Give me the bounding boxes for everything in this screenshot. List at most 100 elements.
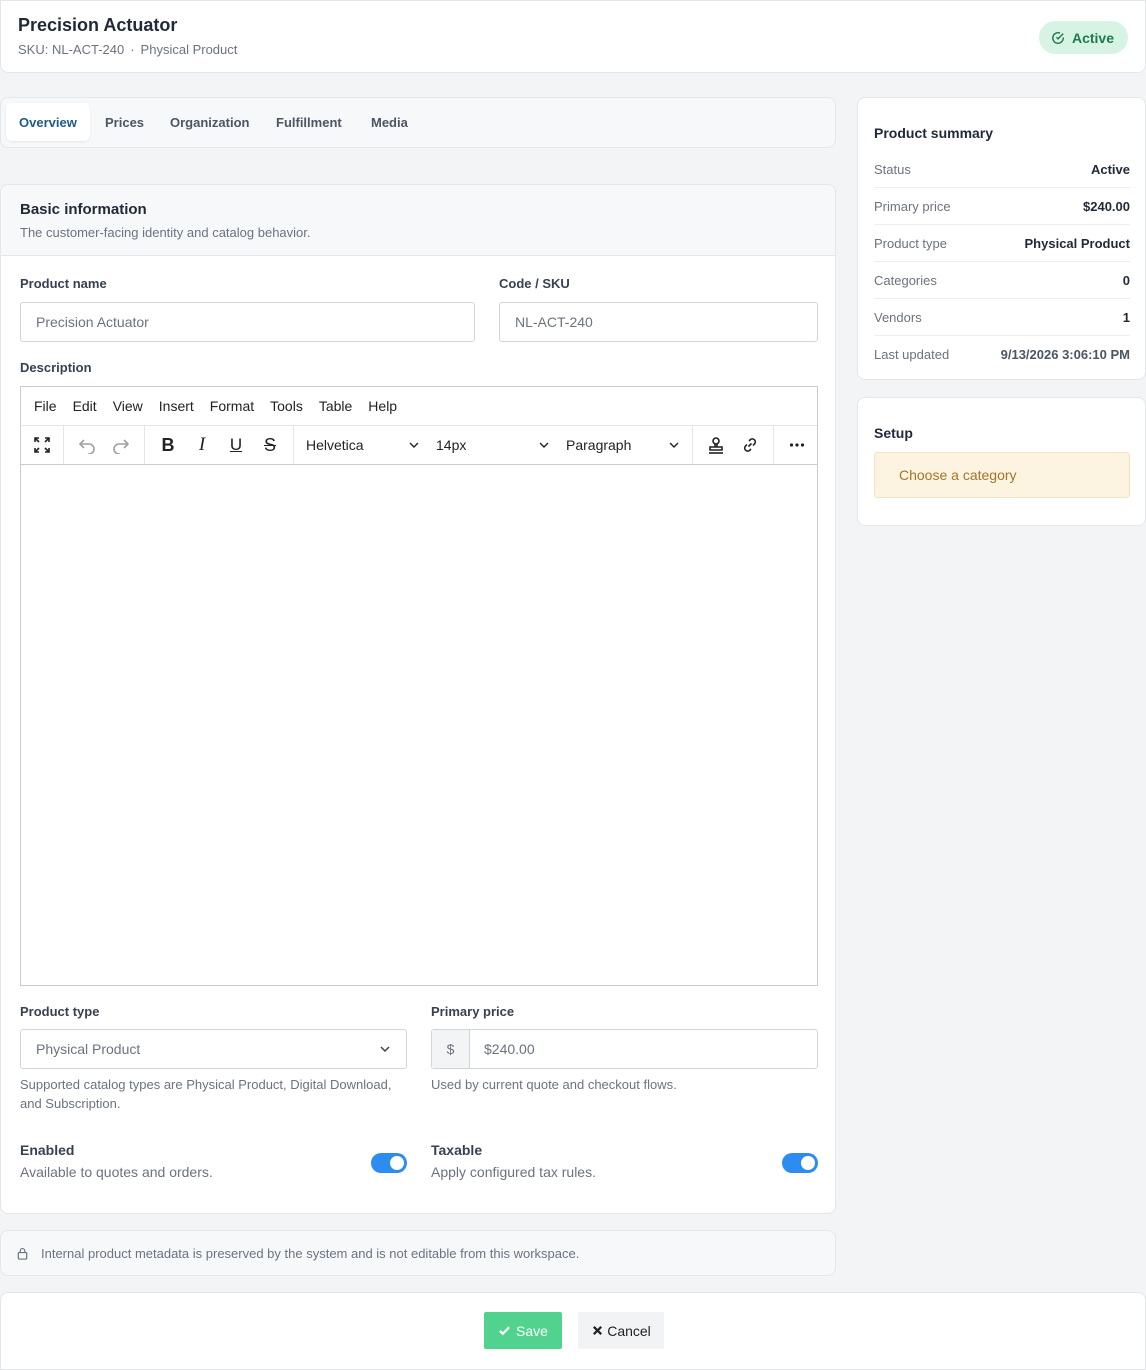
editor-toolbar: B I U S Helvetica 14px Paragraph (21, 425, 817, 465)
lock-icon (17, 1247, 28, 1260)
more-icon[interactable] (780, 428, 814, 462)
underline-icon[interactable]: U (219, 428, 253, 462)
primary-price-help: Used by current quote and checkout flows… (431, 1077, 677, 1092)
product-type-value: Physical Product (36, 1041, 141, 1057)
primary-price-input-group: $ $240.00 (431, 1029, 818, 1069)
enabled-toggle[interactable] (371, 1153, 407, 1173)
menu-tools[interactable]: Tools (270, 398, 303, 414)
font-size-value: 14px (436, 437, 467, 453)
check-icon (499, 1326, 510, 1336)
taxable-title: Taxable (431, 1142, 483, 1158)
italic-icon[interactable]: I (185, 428, 219, 462)
chevron-down-icon (669, 442, 679, 448)
redo-icon[interactable] (104, 428, 138, 462)
code-sku-input[interactable]: NL-ACT-240 (499, 302, 818, 342)
enabled-description: Available to quotes and orders. (20, 1164, 213, 1180)
editor-menubar: File Edit View Insert Format Tools Table… (21, 387, 817, 425)
sku-text: SKU: NL-ACT-240 (18, 42, 125, 57)
taxable-description: Apply configured tax rules. (431, 1164, 596, 1180)
font-family-select[interactable]: Helvetica (298, 428, 428, 462)
page-header: Precision Actuator SKU: NL-ACT-240 · Phy… (0, 0, 1146, 73)
toolbar-group-more (774, 426, 820, 464)
summary-key: Last updated (874, 347, 950, 362)
status-badge-label: Active (1071, 29, 1114, 46)
currency-addon: $ (432, 1030, 470, 1068)
menu-format[interactable]: Format (210, 398, 254, 414)
fullscreen-icon[interactable] (25, 428, 59, 462)
primary-price-label: Primary price (431, 1004, 515, 1019)
rich-text-editor: File Edit View Insert Format Tools Table… (20, 386, 818, 986)
choose-category-notice[interactable]: Choose a category (874, 452, 1130, 498)
chevron-down-icon (539, 442, 549, 448)
tab-fulfillment[interactable]: Fulfillment (263, 103, 355, 141)
menu-file[interactable]: File (34, 398, 57, 414)
product-name-input[interactable]: Precision Actuator (20, 302, 475, 342)
metadata-info-bar: Internal product metadata is preserved b… (0, 1230, 836, 1276)
menu-insert[interactable]: Insert (159, 398, 194, 414)
toolbar-group-formatting: B I U S (145, 426, 294, 464)
taxable-toggle[interactable] (782, 1153, 818, 1173)
setup-card: Setup Choose a category (857, 397, 1146, 526)
primary-price-input[interactable]: $240.00 (470, 1041, 535, 1057)
undo-icon[interactable] (70, 428, 104, 462)
product-type-select[interactable]: Physical Product (20, 1029, 407, 1069)
tab-media[interactable]: Media (358, 103, 421, 141)
summary-key: Status (874, 161, 911, 177)
menu-help[interactable]: Help (368, 398, 397, 414)
section-description: The customer-facing identity and catalog… (20, 225, 311, 240)
tab-bar: Overview Prices Organization Fulfillment… (0, 97, 836, 148)
toolbar-group-history (64, 426, 145, 464)
font-family-value: Helvetica (306, 437, 364, 453)
metadata-info-text: Internal product metadata is preserved b… (41, 1245, 580, 1261)
section-title: Basic information (20, 201, 147, 218)
bold-icon[interactable]: B (151, 428, 185, 462)
stamp-icon[interactable] (699, 428, 733, 462)
block-format-value: Paragraph (566, 437, 632, 453)
chevron-down-icon (409, 442, 419, 448)
check-circle-icon (1052, 31, 1064, 44)
cancel-button[interactable]: Cancel (578, 1312, 664, 1349)
close-icon (593, 1325, 603, 1336)
code-sku-label: Code / SKU (499, 276, 570, 291)
form-footer: Save Cancel (0, 1292, 1146, 1370)
summary-row-status: Status Active (874, 151, 1130, 188)
cancel-button-label: Cancel (607, 1322, 651, 1339)
product-summary-card: Product summary Status Active Primary pr… (857, 97, 1146, 380)
description-label: Description (20, 360, 92, 375)
status-badge: Active (1038, 21, 1128, 54)
tab-overview[interactable]: Overview (6, 103, 90, 141)
summary-row-vendors: Vendors 1 (874, 299, 1130, 336)
menu-edit[interactable]: Edit (73, 398, 97, 414)
product-type-label: Product type (20, 1004, 100, 1019)
page-title: Precision Actuator (18, 15, 178, 35)
summary-key: Primary price (874, 198, 951, 214)
enabled-title: Enabled (20, 1142, 75, 1158)
menu-view[interactable]: View (113, 398, 143, 414)
section-header: Basic information The customer-facing id… (1, 185, 835, 256)
toolbar-group-selects: Helvetica 14px Paragraph (294, 426, 693, 464)
toolbar-group-view (21, 426, 64, 464)
setup-title: Setup (874, 425, 913, 441)
strikethrough-icon[interactable]: S (253, 428, 287, 462)
summary-row-categories: Categories 0 (874, 262, 1130, 299)
summary-key: Categories (874, 272, 937, 288)
summary-row-last-updated: Last updated 9/13/2026 3:06:10 PM (874, 336, 1130, 373)
summary-value: Active (1090, 161, 1130, 177)
summary-title: Product summary (874, 125, 994, 141)
link-icon[interactable] (733, 428, 767, 462)
menu-table[interactable]: Table (319, 398, 352, 414)
summary-value: 9/13/2026 3:06:10 PM (1000, 347, 1130, 362)
summary-row-product-type: Product type Physical Product (874, 225, 1130, 262)
tab-prices[interactable]: Prices (92, 103, 157, 141)
font-size-select[interactable]: 14px (428, 428, 558, 462)
summary-value: Physical Product (1024, 235, 1130, 251)
save-button[interactable]: Save (484, 1312, 562, 1349)
summary-value: 0 (1122, 272, 1130, 288)
tab-organization[interactable]: Organization (157, 103, 262, 141)
summary-key: Product type (874, 235, 947, 251)
editor-content-area[interactable] (21, 465, 817, 985)
block-format-select[interactable]: Paragraph (558, 428, 688, 462)
page-subtitle: SKU: NL-ACT-240 · Physical Product (18, 42, 237, 57)
toolbar-group-insert (693, 426, 774, 464)
basic-information-card: Basic information The customer-facing id… (0, 184, 836, 1214)
